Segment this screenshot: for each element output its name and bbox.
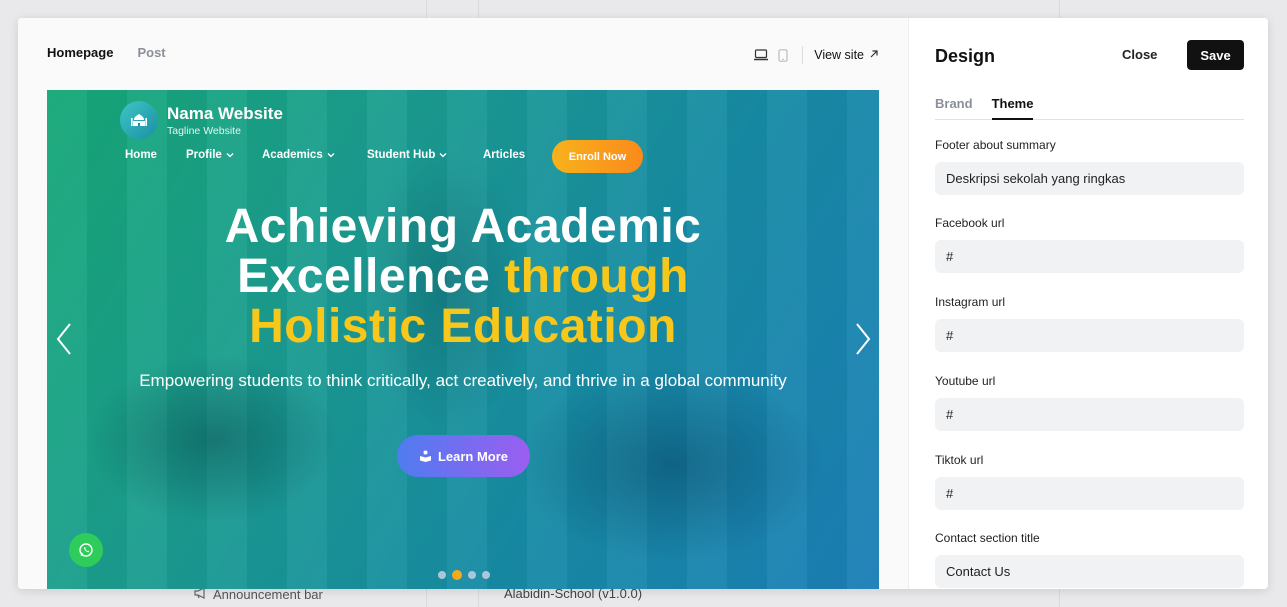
nav-item-label: Home	[125, 149, 157, 161]
headline-highlight-through: through	[504, 250, 689, 303]
toolbar-divider	[802, 46, 804, 64]
slider-dot[interactable]	[468, 571, 476, 579]
nav-item-student-hub[interactable]: Student Hub	[367, 149, 483, 161]
tab-post[interactable]: Post	[137, 45, 165, 60]
headline-line-1: Achieving Academic	[224, 200, 702, 253]
field-label: Footer about summary	[935, 138, 1056, 152]
whatsapp-button[interactable]	[69, 533, 103, 567]
field-label: Tiktok url	[935, 453, 984, 467]
headline-line-3: Holistic Education	[249, 300, 677, 353]
nav-item-articles[interactable]: Articles	[483, 149, 525, 161]
field-tiktok-url: Tiktok url #	[935, 453, 1244, 510]
chevron-down-icon	[327, 153, 335, 158]
field-footer-about: Footer about summary Deskripsi sekolah y…	[935, 138, 1244, 195]
headline-word-excellence: Excellence	[237, 250, 491, 303]
view-site-link[interactable]: View site	[814, 48, 879, 62]
site-tagline: Tagline Website	[167, 125, 241, 137]
instagram-url-input[interactable]: #	[935, 319, 1244, 352]
hero-subtext: Empowering students to think critically,…	[139, 371, 787, 390]
close-button[interactable]: Close	[1122, 47, 1157, 62]
announcement-bar-item[interactable]: Announcement bar	[194, 587, 323, 602]
save-button[interactable]: Save	[1187, 40, 1244, 70]
nav-item-label: Student Hub	[367, 149, 436, 161]
youtube-url-input[interactable]: #	[935, 398, 1244, 431]
field-label: Instagram url	[935, 295, 1006, 309]
desktop-view-icon[interactable]	[754, 48, 769, 62]
headline-line-2: Excellence through	[107, 252, 819, 302]
facebook-url-input[interactable]: #	[935, 240, 1244, 273]
view-site-label: View site	[814, 48, 864, 62]
nav-item-label: Articles	[483, 149, 526, 161]
footer-about-input[interactable]: Deskripsi sekolah yang ringkas	[935, 162, 1244, 195]
slider-dot[interactable]	[438, 571, 446, 579]
panel-title: Design	[935, 46, 996, 66]
book-reader-icon	[419, 450, 431, 462]
preview-pane: Homepage Post View site Nama Website Tag…	[18, 18, 908, 589]
mosque-icon	[131, 114, 147, 126]
hero-headline: Achieving Academic Excellence through Ho…	[107, 202, 819, 352]
enroll-now-button[interactable]: Enroll Now	[552, 140, 643, 173]
contact-title-input[interactable]: Contact Us	[935, 555, 1244, 588]
field-label: Youtube url	[935, 374, 996, 388]
field-contact-title: Contact section title Contact Us	[935, 531, 1244, 588]
hero-slider: Nama Website Tagline Website Home Profil…	[47, 90, 879, 589]
field-youtube-url: Youtube url #	[935, 374, 1244, 431]
site-name[interactable]: Nama Website	[167, 104, 283, 124]
slider-dots	[438, 570, 490, 580]
slider-prev-arrow[interactable]	[54, 322, 74, 356]
design-modal: Homepage Post View site Nama Website Tag…	[18, 18, 1268, 589]
nav-item-academics[interactable]: Academics	[262, 149, 367, 161]
tab-brand[interactable]: Brand	[935, 96, 973, 120]
slider-dot[interactable]	[482, 571, 490, 579]
chevron-right-icon	[856, 323, 871, 355]
learn-more-label: Learn More	[437, 448, 509, 464]
slider-dot[interactable]	[452, 570, 462, 580]
field-label: Contact section title	[935, 531, 1040, 545]
tab-theme[interactable]: Theme	[991, 96, 1034, 120]
megaphone-icon	[194, 587, 207, 602]
field-label: Facebook url	[935, 216, 1005, 230]
field-instagram-url: Instagram url #	[935, 295, 1244, 352]
design-panel: Design Close Save Brand Theme Footer abo…	[908, 18, 1268, 589]
tiktok-url-input[interactable]: #	[935, 477, 1244, 510]
mobile-view-icon[interactable]	[776, 48, 790, 62]
field-facebook-url: Facebook url #	[935, 216, 1244, 273]
announcement-bar-label: Announcement bar	[213, 587, 323, 602]
slider-next-arrow[interactable]	[853, 322, 873, 356]
preview-toolbar: View site	[754, 46, 879, 64]
nav-item-label: Profile	[186, 149, 222, 161]
nav-item-home[interactable]: Home	[125, 149, 186, 161]
nav-item-profile[interactable]: Profile	[186, 149, 262, 161]
chevron-left-icon	[56, 323, 71, 355]
whatsapp-icon	[79, 543, 93, 557]
design-tabs: Brand Theme	[935, 96, 1244, 120]
learn-more-button[interactable]: Learn More	[397, 435, 530, 477]
site-logo[interactable]	[120, 101, 158, 139]
tab-homepage[interactable]: Homepage	[47, 45, 113, 60]
chevron-down-icon	[226, 153, 234, 158]
hero-nav: Home Profile Academics Student Hub Artic…	[125, 149, 525, 161]
preview-tabs: Homepage Post	[47, 45, 166, 60]
nav-item-label: Academics	[262, 149, 323, 161]
chevron-down-icon	[439, 153, 447, 158]
external-link-icon	[869, 48, 879, 62]
